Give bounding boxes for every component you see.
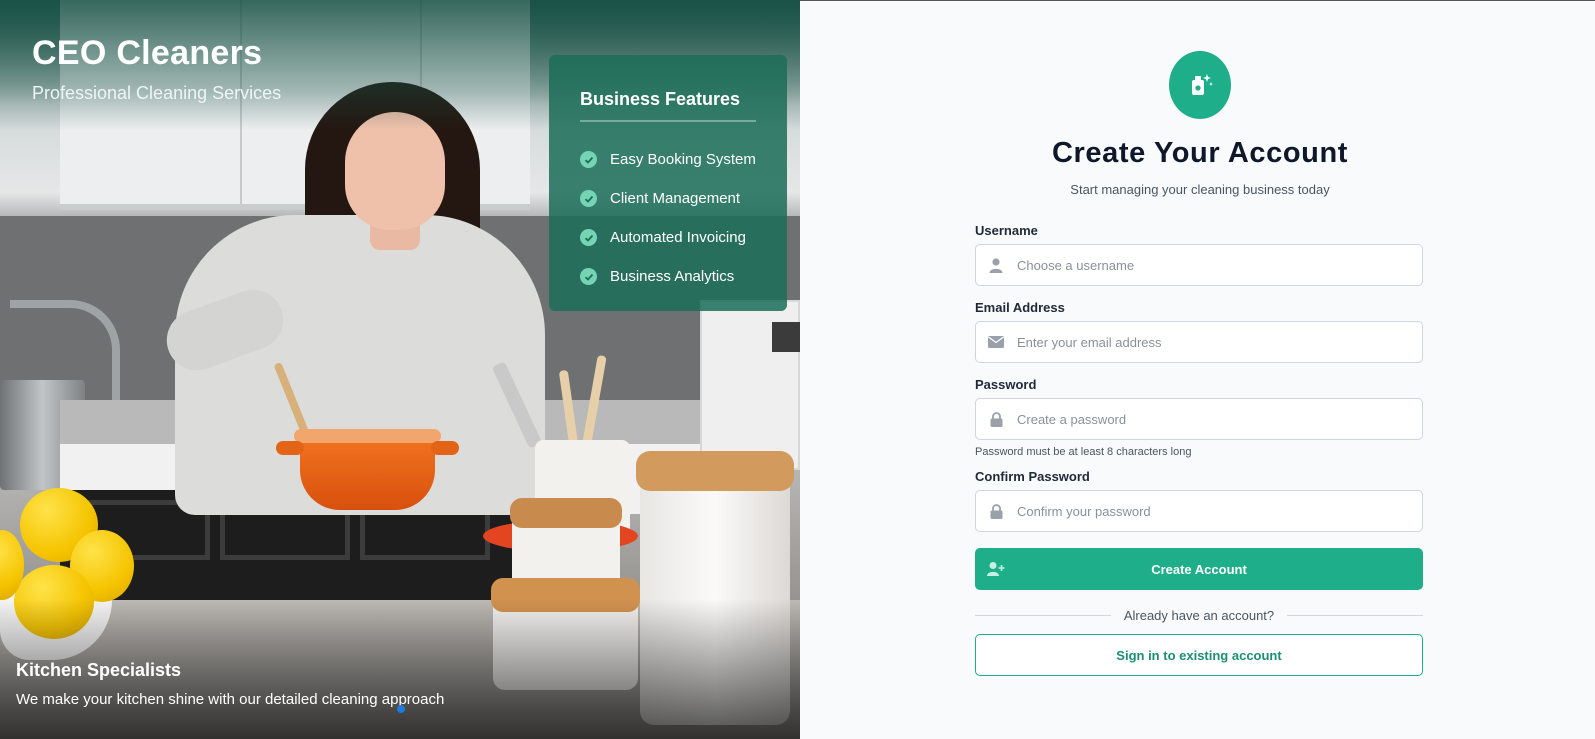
email-label: Email Address: [975, 300, 1065, 315]
brand-tagline: Professional Cleaning Services: [32, 83, 282, 103]
brand: CEO Cleaners Professional Cleaning Servi…: [32, 34, 281, 104]
lock-icon: [988, 411, 1004, 427]
username-input[interactable]: [1017, 257, 1397, 273]
email-field[interactable]: [975, 321, 1423, 363]
feature-item: Business Analytics: [580, 257, 756, 296]
confirm-password-field[interactable]: [975, 490, 1423, 532]
confirm-password-input[interactable]: [1017, 503, 1397, 519]
password-hint: Password must be at least 8 characters l…: [975, 446, 1192, 458]
cleaning-spray-sparkle-icon: [1169, 51, 1231, 119]
user-icon: [988, 257, 1004, 273]
username-field[interactable]: [975, 244, 1423, 286]
feature-item: Easy Booking System: [580, 140, 756, 179]
features-card: Business Features Easy Booking System Cl…: [549, 55, 787, 311]
features-list: Easy Booking System Client Management Au…: [580, 140, 756, 296]
check-icon: [580, 268, 597, 285]
signin-divider: Already have an account?: [975, 608, 1423, 623]
brand-name: CEO Cleaners: [32, 34, 263, 72]
check-icon: [580, 151, 597, 168]
check-icon: [580, 229, 597, 246]
user-plus-icon: [987, 561, 1005, 577]
signin-button[interactable]: Sign in to existing account: [975, 634, 1423, 676]
carousel-dot[interactable]: [397, 705, 405, 713]
confirm-password-label: Confirm Password: [975, 469, 1090, 484]
lock-icon: [988, 503, 1004, 519]
signup-panel: Create Your Account Start managing your …: [800, 0, 1595, 739]
feature-label: Automated Invoicing: [610, 229, 746, 246]
feature-label: Business Analytics: [610, 268, 735, 285]
specialty-caption: Kitchen Specialists We make your kitchen…: [16, 660, 444, 708]
feature-item: Automated Invoicing: [580, 218, 756, 257]
envelope-icon: [988, 334, 1004, 350]
password-field[interactable]: [975, 398, 1423, 440]
specialty-title: Kitchen Specialists: [16, 660, 182, 680]
feature-label: Easy Booking System: [610, 151, 756, 168]
feature-label: Client Management: [610, 190, 741, 207]
create-account-button[interactable]: Create Account: [975, 548, 1423, 590]
specialty-description: We make your kitchen shine with our deta…: [16, 691, 445, 708]
create-account-label: Create Account: [1151, 561, 1247, 577]
page-title: Create Your Account: [1051, 137, 1349, 169]
check-icon: [580, 190, 597, 207]
features-title: Business Features: [580, 89, 756, 122]
signup-form: Username Email Address Password Password…: [975, 223, 1423, 676]
page-subtitle: Start managing your cleaning business to…: [1070, 182, 1330, 197]
password-input[interactable]: [1017, 411, 1397, 427]
feature-item: Client Management: [580, 179, 756, 218]
hero-panel: CEO Cleaners Professional Cleaning Servi…: [0, 0, 800, 739]
username-label: Username: [975, 223, 1038, 238]
email-input[interactable]: [1017, 334, 1397, 350]
password-label: Password: [975, 377, 1037, 392]
